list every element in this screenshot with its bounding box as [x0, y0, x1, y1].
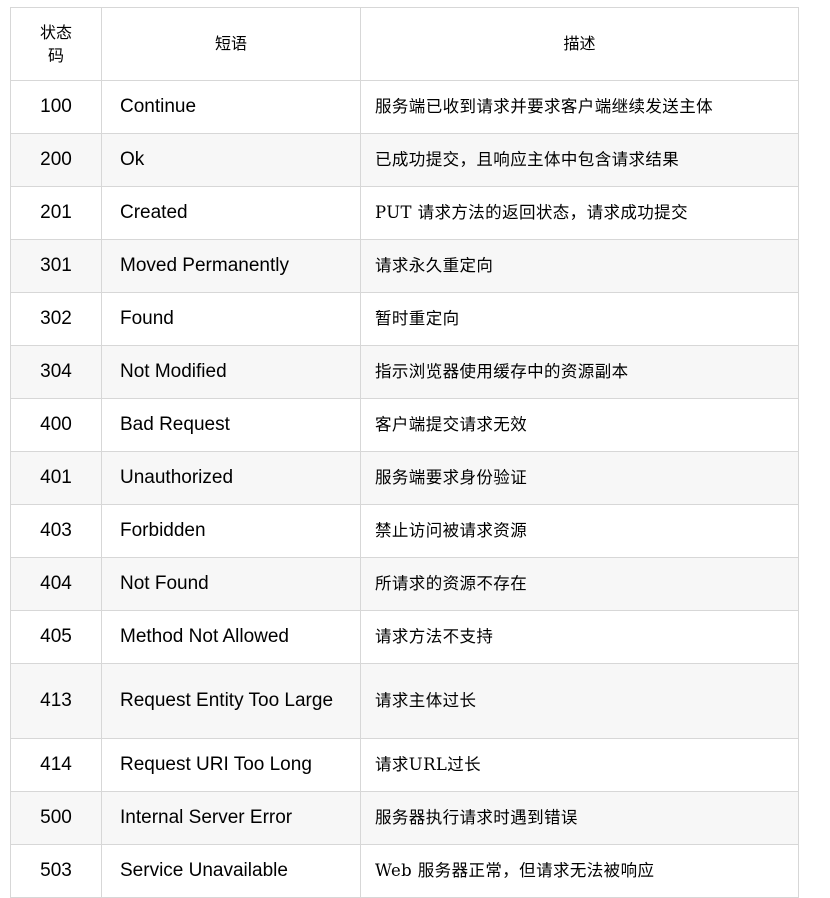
table-row: 405 Method Not Allowed 请求方法不支持: [10, 610, 799, 664]
table-header-row: 状态码 短语 描述: [10, 7, 799, 81]
cell-status-code: 304: [10, 345, 102, 399]
cell-description: 服务端要求身份验证: [360, 451, 799, 505]
cell-description: 客户端提交请求无效: [360, 398, 799, 452]
status-code-table-container: 状态码 短语 描述 100 Continue 服务端已收到请求并要求客户端继续发送主…: [10, 7, 799, 898]
cell-description: 请求永久重定向: [360, 239, 799, 293]
cell-phrase: Service Unavailable: [101, 844, 361, 898]
cell-status-code: 100: [10, 80, 102, 134]
table-row: 503 Service Unavailable Web 服务器正常，但请求无法被响应: [10, 844, 799, 898]
cell-status-code: 414: [10, 738, 102, 792]
cell-status-code: 500: [10, 791, 102, 845]
table-row: 400 Bad Request 客户端提交请求无效: [10, 398, 799, 452]
cell-phrase: Ok: [101, 133, 361, 187]
table-row: 100 Continue 服务端已收到请求并要求客户端继续发送主体: [10, 80, 799, 134]
table-row: 301 Moved Permanently 请求永久重定向: [10, 239, 799, 293]
cell-phrase: Unauthorized: [101, 451, 361, 505]
cell-phrase: Not Found: [101, 557, 361, 611]
cell-description: PUT 请求方法的返回状态，请求成功提交: [360, 186, 799, 240]
cell-description: 服务端已收到请求并要求客户端继续发送主体: [360, 80, 799, 134]
cell-description: 请求主体过长: [360, 663, 799, 739]
cell-description: 所请求的资源不存在: [360, 557, 799, 611]
cell-status-code: 200: [10, 133, 102, 187]
cell-phrase: Request URI Too Long: [101, 738, 361, 792]
cell-status-code: 401: [10, 451, 102, 505]
cell-description: 服务器执行请求时遇到错误: [360, 791, 799, 845]
cell-phrase: Found: [101, 292, 361, 346]
cell-status-code: 405: [10, 610, 102, 664]
cell-description: 暂时重定向: [360, 292, 799, 346]
cell-status-code: 400: [10, 398, 102, 452]
table-row: 403 Forbidden 禁止访问被请求资源: [10, 504, 799, 558]
table-row: 414 Request URI Too Long 请求URL过长: [10, 738, 799, 792]
cell-description: 请求方法不支持: [360, 610, 799, 664]
table-header: 状态码 短语 描述: [10, 7, 799, 81]
cell-phrase: Request Entity Too Large: [101, 663, 361, 739]
cell-status-code: 403: [10, 504, 102, 558]
cell-status-code: 404: [10, 557, 102, 611]
cell-description: 指示浏览器使用缓存中的资源副本: [360, 345, 799, 399]
table-row: 304 Not Modified 指示浏览器使用缓存中的资源副本: [10, 345, 799, 399]
cell-phrase: Method Not Allowed: [101, 610, 361, 664]
cell-status-code: 301: [10, 239, 102, 293]
cell-phrase: Internal Server Error: [101, 791, 361, 845]
column-header-description: 描述: [360, 7, 799, 81]
cell-status-code: 302: [10, 292, 102, 346]
cell-phrase: Bad Request: [101, 398, 361, 452]
table-row: 201 Created PUT 请求方法的返回状态，请求成功提交: [10, 186, 799, 240]
table-row: 413 Request Entity Too Large 请求主体过长: [10, 663, 799, 739]
table-row: 500 Internal Server Error 服务器执行请求时遇到错误: [10, 791, 799, 845]
cell-status-code: 413: [10, 663, 102, 739]
table-body: 100 Continue 服务端已收到请求并要求客户端继续发送主体 200 Ok 已成功提…: [10, 80, 799, 898]
cell-description: 已成功提交，且响应主体中包含请求结果: [360, 133, 799, 187]
cell-phrase: Created: [101, 186, 361, 240]
cell-status-code: 503: [10, 844, 102, 898]
cell-description: 请求URL过长: [360, 738, 799, 792]
cell-description: 禁止访问被请求资源: [360, 504, 799, 558]
table-row: 401 Unauthorized 服务端要求身份验证: [10, 451, 799, 505]
http-status-code-table: 状态码 短语 描述 100 Continue 服务端已收到请求并要求客户端继续发送主…: [10, 7, 799, 898]
table-row: 200 Ok 已成功提交，且响应主体中包含请求结果: [10, 133, 799, 187]
column-header-phrase: 短语: [101, 7, 361, 81]
table-row: 302 Found 暂时重定向: [10, 292, 799, 346]
cell-status-code: 201: [10, 186, 102, 240]
cell-description: Web 服务器正常，但请求无法被响应: [360, 844, 799, 898]
cell-phrase: Forbidden: [101, 504, 361, 558]
cell-phrase: Continue: [101, 80, 361, 134]
column-header-status-code: 状态码: [10, 7, 102, 81]
cell-phrase: Moved Permanently: [101, 239, 361, 293]
cell-phrase: Not Modified: [101, 345, 361, 399]
table-row: 404 Not Found 所请求的资源不存在: [10, 557, 799, 611]
